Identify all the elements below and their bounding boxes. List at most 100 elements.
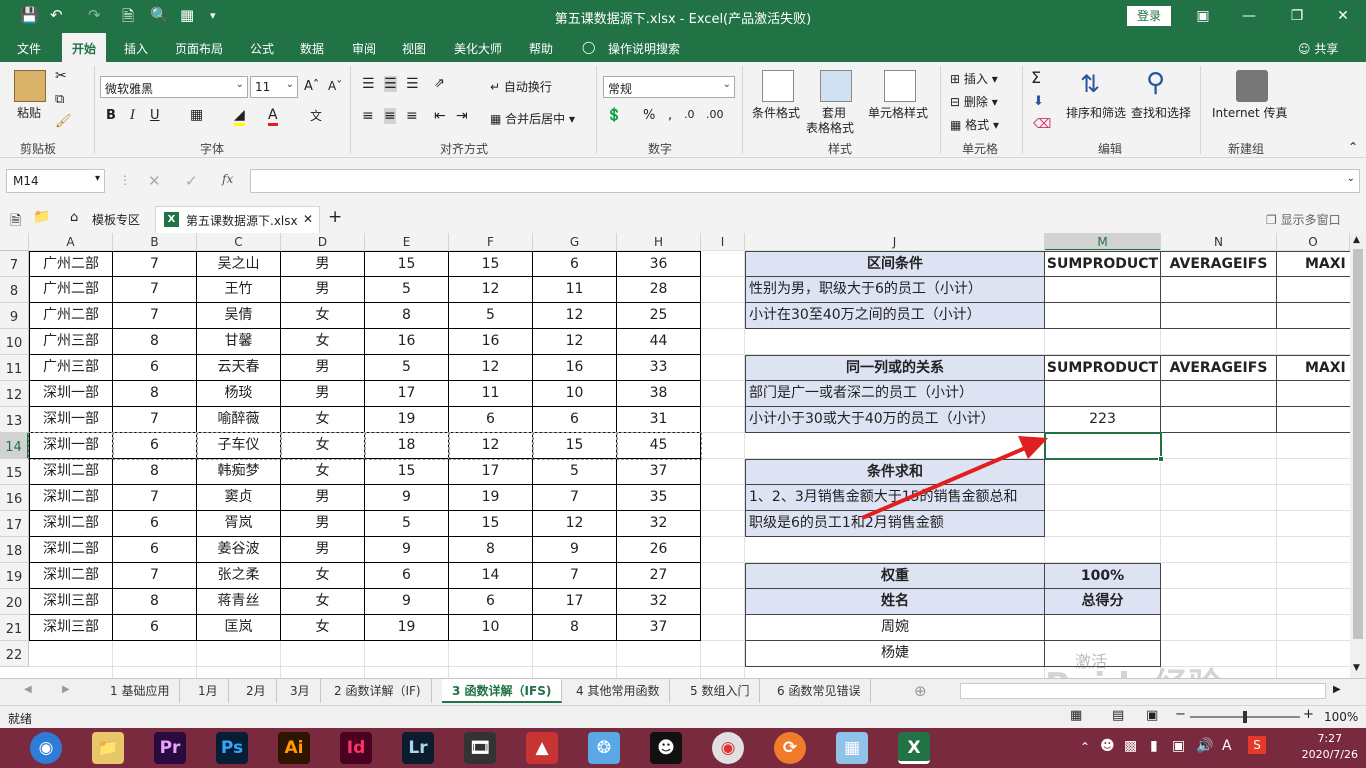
format-as-table-button-2[interactable]: 表格格式 — [806, 119, 854, 136]
border-icon[interactable]: ▦ — [190, 107, 203, 123]
system-clock[interactable]: 7:27 2020/7/26 — [1302, 731, 1358, 763]
align-left-icon[interactable]: ≡ — [362, 108, 374, 124]
fill-color-icon[interactable]: ◢ — [234, 107, 245, 126]
format-painter-icon[interactable]: 🖌 — [55, 114, 72, 129]
wrap-text-button[interactable]: ↵ 自动换行 — [490, 78, 552, 95]
number-format-select[interactable]: 常规 ⌄ — [603, 76, 735, 98]
merge-center-button[interactable]: ▦ 合并后居中 ▾ — [490, 110, 575, 127]
tray-chevron-icon[interactable]: ⌃ — [1080, 740, 1090, 754]
insert-cells-button[interactable]: ⊞ 插入 ▾ — [950, 70, 998, 87]
align-top-icon[interactable]: ☰ — [362, 76, 375, 92]
next-sheet-icon[interactable]: ▶ — [62, 684, 70, 695]
percent-icon[interactable]: % — [643, 108, 655, 123]
italic-icon[interactable]: I — [130, 108, 135, 123]
share-button[interactable]: ☺ 共享 — [1298, 40, 1338, 57]
zoom-in-icon[interactable]: + — [1303, 707, 1314, 722]
enter-icon[interactable]: ✓ — [185, 172, 198, 190]
close-icon[interactable]: ✕ — [303, 212, 313, 226]
lightroom-icon[interactable]: Lr — [402, 732, 434, 764]
tab-home[interactable]: 开始 — [62, 33, 107, 62]
clear-icon[interactable]: ⌫ — [1033, 117, 1051, 132]
indent-increase-icon[interactable]: ⇥ — [456, 108, 468, 124]
zoom-out-icon[interactable]: − — [1175, 707, 1186, 722]
internet-fax-button[interactable]: Internet 传真 — [1212, 104, 1287, 121]
name-box[interactable]: M14 ▾ — [6, 169, 105, 193]
multi-window-button[interactable]: ❐ 显示多窗口 — [1266, 211, 1341, 228]
find-select-icon[interactable]: ⚲ — [1146, 68, 1178, 100]
new-doc-icon[interactable]: 🗎 — [10, 210, 21, 234]
template-tab[interactable]: 模板专区 — [92, 211, 140, 228]
chrome-icon[interactable]: ◉ — [712, 732, 744, 764]
sheet-tab[interactable]: 5 数组入门 — [680, 679, 761, 703]
tab-view[interactable]: 视图 — [402, 40, 426, 57]
login-button[interactable]: 登录 — [1127, 6, 1171, 26]
phonetic-icon[interactable]: 文 — [310, 107, 322, 124]
normal-view-icon[interactable]: ▦ — [1070, 708, 1082, 723]
formula-input[interactable]: ⌄ — [250, 169, 1360, 193]
indent-decrease-icon[interactable]: ⇤ — [434, 108, 446, 124]
page-layout-view-icon[interactable]: ▤ — [1112, 708, 1124, 723]
comma-icon[interactable]: , — [668, 108, 672, 123]
zoom-slider-thumb[interactable] — [1243, 711, 1247, 723]
sheet-tab[interactable]: 2 函数详解（IF) — [324, 679, 432, 703]
app-icon-blue[interactable]: ▦ — [836, 732, 868, 764]
paste-button[interactable]: 粘贴 — [17, 104, 41, 121]
sort-filter-button[interactable]: 排序和筛选 — [1066, 104, 1126, 121]
qq-icon[interactable]: ☻ — [650, 732, 682, 764]
tab-data[interactable]: 数据 — [300, 40, 324, 57]
autosum-icon[interactable]: Σ — [1031, 68, 1041, 87]
tray-qq-icon[interactable]: ☻ — [1100, 738, 1115, 754]
cell-styles-button[interactable]: 单元格样式 — [868, 104, 928, 121]
bold-icon[interactable]: B — [106, 108, 116, 123]
tab-file[interactable]: 文件 — [17, 40, 41, 57]
prev-sheet-icon[interactable]: ◀ — [24, 684, 32, 695]
expand-formula-icon[interactable]: ⌄ — [1347, 173, 1355, 184]
align-middle-icon[interactable]: ☰ — [384, 76, 397, 92]
home-icon[interactable]: ⌂ — [70, 210, 78, 225]
tab-beautify[interactable]: 美化大师 — [454, 40, 502, 57]
delete-cells-button[interactable]: ⊟ 删除 ▾ — [950, 93, 998, 110]
illustrator-icon[interactable]: Ai — [278, 732, 310, 764]
horizontal-scrollbar[interactable] — [960, 683, 1326, 699]
sheet-tab[interactable]: 2月 — [236, 679, 277, 703]
cut-icon[interactable]: ✂ — [55, 68, 67, 84]
tab-help[interactable]: 帮助 — [529, 40, 553, 57]
ribbon-display-icon[interactable]: ▣ — [1180, 4, 1226, 28]
minimize-button[interactable]: — — [1226, 4, 1272, 28]
font-color-icon[interactable]: A — [268, 107, 278, 126]
find-select-button[interactable]: 查找和选择 — [1131, 104, 1191, 121]
conditional-format-icon[interactable] — [762, 70, 794, 102]
add-tab-icon[interactable]: + — [328, 207, 342, 227]
photoshop-icon[interactable]: Ps — [216, 732, 248, 764]
format-as-table-icon[interactable] — [820, 70, 852, 102]
excel-taskbar-icon[interactable]: X — [898, 732, 930, 764]
scroll-thumb[interactable] — [1353, 249, 1363, 639]
browser-360-icon[interactable]: ◉ — [30, 732, 62, 764]
sheet-tab[interactable]: 3月 — [280, 679, 321, 703]
tray-volume-icon[interactable]: 🔊 — [1196, 738, 1213, 754]
align-bottom-icon[interactable]: ☰ — [406, 76, 419, 92]
underline-icon[interactable]: U — [150, 108, 160, 123]
premiere-icon[interactable]: Pr — [154, 732, 186, 764]
add-sheet-icon[interactable]: ⊕ — [914, 682, 927, 700]
sheet-tab[interactable]: 1 基础应用 — [100, 679, 181, 703]
tab-page-layout[interactable]: 页面布局 — [175, 40, 223, 57]
tell-me-search[interactable]: 操作说明搜索 — [608, 40, 680, 57]
decrease-font-icon[interactable]: Aˇ — [328, 79, 342, 93]
tab-review[interactable]: 审阅 — [352, 40, 376, 57]
collapse-ribbon-icon[interactable]: ⌃ — [1348, 140, 1358, 154]
cell-styles-icon[interactable] — [884, 70, 916, 102]
bird-app-icon[interactable]: ❂ — [588, 732, 620, 764]
page-break-view-icon[interactable]: ▣ — [1146, 708, 1158, 723]
tray-app-icon[interactable]: ▩ — [1124, 738, 1137, 754]
currency-icon[interactable]: 💲 — [606, 108, 622, 123]
folder-icon[interactable]: 📁 — [33, 209, 50, 225]
font-name-select[interactable]: 微软雅黑 ⌄ — [100, 76, 248, 98]
file-explorer-icon[interactable]: 📁 — [92, 732, 124, 764]
tab-insert[interactable]: 插入 — [124, 40, 148, 57]
conditional-format-button[interactable]: 条件格式 — [752, 104, 800, 121]
sheet-tab[interactable]: 4 其他常用函数 — [566, 679, 671, 703]
increase-font-icon[interactable]: Aˆ — [304, 79, 319, 94]
insert-function-icon[interactable]: fx — [222, 172, 233, 186]
tray-sogou-icon[interactable]: S — [1248, 736, 1266, 754]
